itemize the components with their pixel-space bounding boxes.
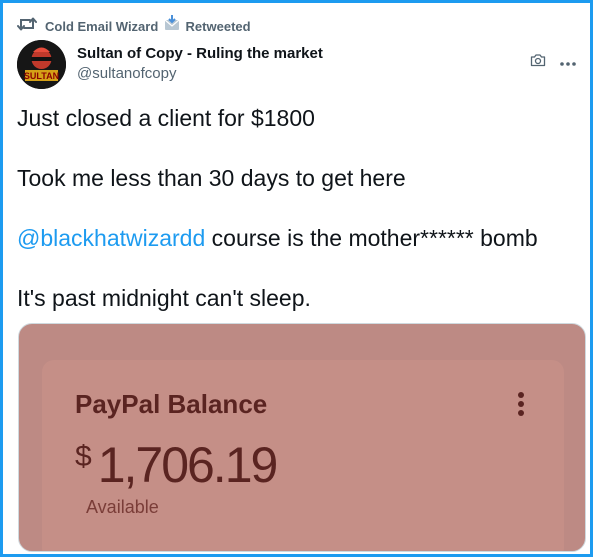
tweet-text: Just closed a client for $1800 Took me l… — [17, 103, 582, 313]
tweet-header-actions — [530, 53, 576, 72]
more-icon[interactable] — [560, 54, 576, 72]
tweet-media-image[interactable]: PayPal Balance $ 1,706.19 Available — [18, 323, 586, 552]
author-block[interactable]: Sultan of Copy - Ruling the market @sult… — [77, 45, 323, 83]
balance-subtitle: Available — [86, 497, 159, 517]
currency-symbol: $ — [75, 440, 92, 473]
balance-title: PayPal Balance — [75, 389, 268, 419]
avatar[interactable]: SULTAN — [17, 40, 66, 89]
retweet-label: Retweeted — [185, 18, 251, 34]
mail-icon — [164, 14, 180, 31]
balance-value: 1,706.19 — [97, 437, 279, 493]
tweet-line-rest: course is the mother****** bomb — [205, 225, 538, 251]
tweet-line: It's past midnight can't sleep. — [17, 285, 311, 311]
author-handle[interactable]: @sultanofcopy — [77, 65, 323, 83]
author-name[interactable]: Sultan of Copy - Ruling the market — [77, 45, 323, 63]
avatar-text: SULTAN — [24, 71, 59, 81]
camera-icon[interactable] — [530, 53, 546, 72]
tweet-line: Took me less than 30 days to get here — [17, 165, 406, 191]
paypal-balance-card: PayPal Balance $ 1,706.19 Available — [42, 360, 564, 551]
tweet-line: @blackhatwizardd course is the mother***… — [17, 223, 582, 253]
tweet-line: Just closed a client for $1800 — [17, 105, 315, 131]
retweeter-name[interactable]: Cold Email Wizard — [45, 19, 158, 34]
tweet-frame: Cold Email Wizard Retweeted SULTAN Sulta… — [0, 0, 593, 557]
balance-amount: $ 1,706.19 — [75, 436, 279, 494]
retweet-context[interactable]: Cold Email Wizard Retweeted — [17, 14, 251, 34]
retweet-icon — [17, 16, 37, 32]
mention-link[interactable]: @blackhatwizardd — [17, 225, 205, 251]
kebab-menu-icon — [518, 392, 524, 416]
